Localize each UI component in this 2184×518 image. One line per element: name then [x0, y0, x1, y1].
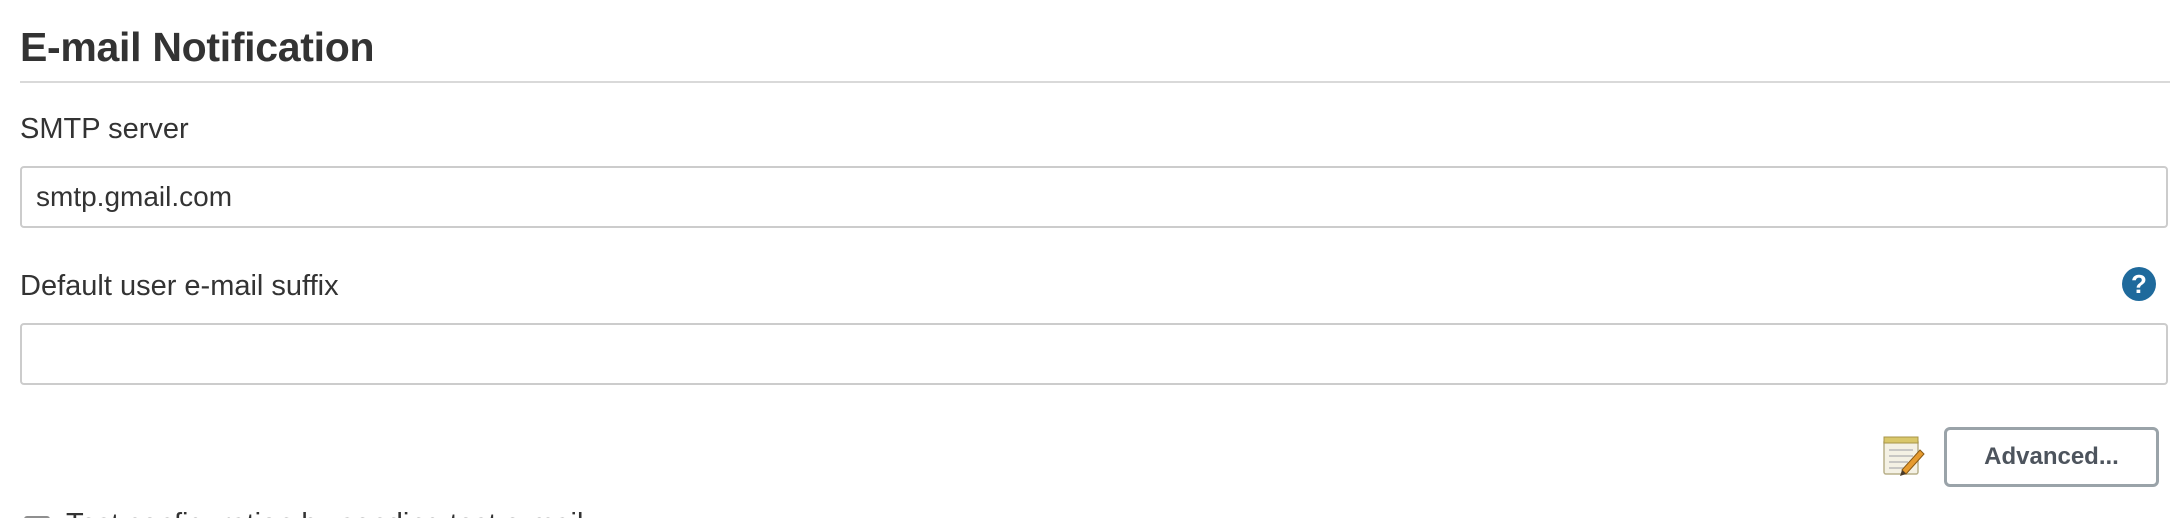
smtp-server-label: SMTP server — [20, 113, 189, 145]
section-divider — [20, 81, 2170, 83]
email-suffix-input[interactable] — [20, 323, 2168, 385]
help-icon[interactable]: ? — [2122, 267, 2156, 301]
section-title: E-mail Notification — [20, 24, 375, 70]
notepad-edit-icon — [1883, 436, 1925, 476]
test-config-label: Test configuration by sending test e-mai… — [66, 508, 583, 518]
email-notification-page: E-mail Notification SMTP server Default … — [0, 0, 2184, 518]
advanced-button[interactable]: Advanced... — [1944, 427, 2159, 487]
smtp-server-input[interactable] — [20, 166, 2168, 228]
email-suffix-label: Default user e-mail suffix — [20, 270, 339, 302]
